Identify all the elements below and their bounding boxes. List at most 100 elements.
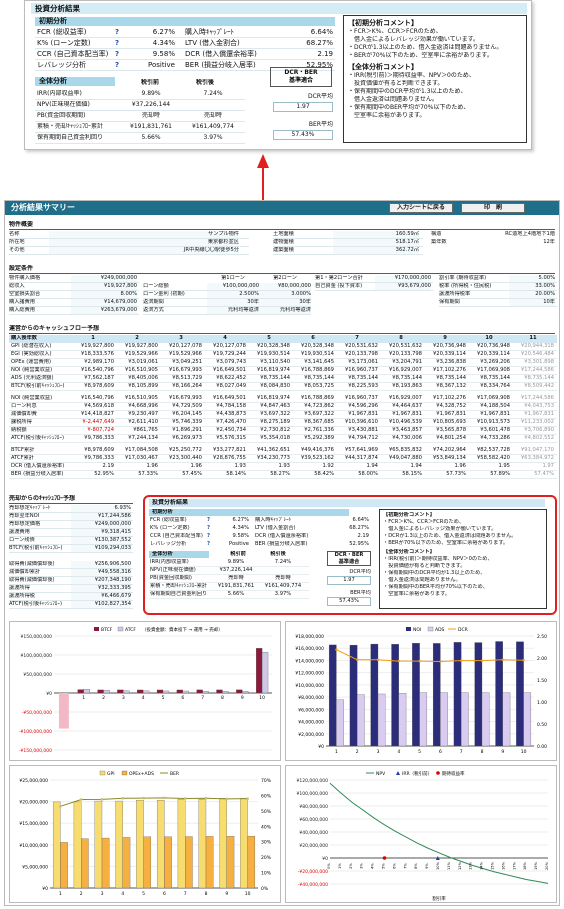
cf-cell: ¥20,944,318	[520, 343, 554, 349]
cf-cell: ¥16,679,993	[168, 395, 202, 401]
y-tick-label: -¥150,000,000	[19, 748, 52, 754]
legend-label: OPEx+ADS	[129, 771, 154, 777]
structure-value: RC造地上4階地下1階	[505, 231, 555, 237]
point-dcr	[522, 659, 525, 662]
legend-label: NOI	[413, 627, 421, 633]
cf-cell: ¥3,110,540	[260, 359, 290, 365]
back-to-input-button[interactable]: 入力シートに戻る	[389, 203, 453, 213]
y2-tick-label: 50%	[261, 809, 272, 815]
embed-comment-line: ・保有期間中のBER平均が70%以下のため、	[383, 584, 488, 590]
sale-label: ローン残債	[9, 537, 35, 543]
point-ber	[225, 797, 228, 801]
cf-cell: ¥-807,724	[87, 427, 114, 433]
y-tick-label: ¥2,000,000	[298, 732, 324, 738]
legend-swatch-noi	[406, 627, 411, 631]
cf-cell: ¥3,141,645	[304, 359, 334, 365]
cf-cell: ¥861,765	[133, 427, 158, 433]
cf-row-label: ATCF(税引後ｷｬｯｼｭﾌﾛｰ)	[11, 435, 64, 441]
summary-titlebar: 分析結果サマリー 入力シートに戻る 印 刷	[5, 201, 559, 215]
cf-cell: ¥8,166,264	[172, 383, 202, 389]
cf-cell: ¥8,405,006	[128, 375, 158, 381]
y-tick-label: ¥20,000,000	[19, 800, 48, 806]
cf-row-label: 減価償却費	[11, 411, 37, 417]
cf-header: 運営からのキャッシュフロー予想	[9, 325, 555, 334]
bar-btcf	[156, 689, 164, 694]
y2-tick-label: 60%	[261, 793, 272, 799]
inset-comment-line: ・FCR＞K%、CCR＞FCRのため、	[348, 28, 442, 35]
legend-swatch-irr	[396, 771, 400, 775]
x-tick-label: 5	[418, 749, 421, 755]
cf-cell: ¥16,510,905	[124, 367, 158, 373]
sale2-row: 譲渡所得 ¥32,333,395	[9, 585, 133, 593]
x-tick-label: 7	[460, 749, 463, 755]
inset-comment-line: 投資価値が有ると判断できます。	[348, 80, 444, 87]
cf-cell: ¥3,463,857	[392, 427, 422, 433]
y-tick-label: ¥100,000,000	[297, 791, 329, 797]
cf-cell: ¥3,697,322	[260, 411, 290, 417]
cf-cell: ¥1,967,831	[480, 411, 510, 417]
point-dcr	[480, 659, 484, 662]
settings2-row: ローン総額 ¥100,000,000 ¥80,000,000	[143, 283, 311, 291]
bar-opex-ads	[226, 836, 235, 889]
settings1-label: 空室損失割合	[9, 291, 41, 297]
x-tick-label: 3	[101, 891, 104, 897]
bar-atcf	[202, 691, 209, 694]
cf-row: ADS (元利返済額) ¥7,562,187 ¥8,405,006 ¥8,513,72…	[9, 375, 557, 383]
inset-help-icon: ?	[115, 61, 120, 69]
settings2-value: 元利均等返済	[259, 307, 311, 314]
cf-cell: ¥3,301,898	[524, 359, 554, 365]
land-label: 土地面積	[273, 231, 294, 237]
inset-overall-header: 全体分析	[35, 77, 115, 86]
cf-row-label: ADS (元利返済額)	[11, 375, 54, 381]
cf-cell: ¥4,438,873	[216, 411, 246, 417]
inset-overall-label: 累積・売却ｷｬｯｼｭﾌﾛｰ累計	[37, 123, 104, 130]
settings-col4: 割引率 (期待収益率) 5.00% 税率 (所得税・住民税) 33.00% 譲渡所得税率…	[439, 275, 557, 307]
bar-opex-ads	[101, 837, 110, 889]
bar-noi	[412, 643, 420, 747]
inset-comment-line: 空室率に余裕があります。	[348, 112, 426, 119]
embed-overall-row: 累積・売却ｷｬｯｼｭﾌﾛｰ累計 ¥191,831,761 ¥161,409,774	[149, 583, 309, 591]
x-tick-label: 2	[80, 891, 83, 897]
embed-metric-value: 4.34%	[232, 525, 249, 531]
bar-ads	[336, 699, 344, 747]
embed-dcr-avg-label: DCR平均	[349, 569, 371, 575]
sale-label: BTCF(税引前ｷｬｯｼｭﾌﾛｰ)	[9, 545, 63, 551]
settings2-row: 返済方式 元利均等返済 元利均等返済	[143, 307, 311, 315]
y-tick-label: -¥100,000,000	[19, 729, 52, 735]
cf-cell: ¥4,668,996	[128, 403, 158, 409]
x-tick-label: 9	[241, 695, 244, 701]
cf-cell: ¥16,960,737	[344, 367, 378, 373]
inset-overall-label: 保有期間自己資金利回り	[37, 134, 104, 141]
x-tick-label: 9%	[425, 863, 429, 869]
print-button[interactable]: 印 刷	[461, 203, 525, 213]
cf-cell: ¥33,277,821	[212, 447, 246, 453]
bar-noi	[495, 641, 503, 747]
chart-cashflow: ¥150,000,000 ¥100,000,000 ¥50,000,000 ¥0 -¥5…	[9, 621, 281, 761]
sale2-label: 譲渡所得税	[9, 593, 35, 599]
y-tick-label: ¥10,000,000	[295, 683, 324, 689]
point-dcr	[501, 658, 504, 661]
settings2-value: 30年	[259, 299, 311, 306]
cf-cell: ¥20,736,948	[476, 343, 510, 349]
cf-cell: ¥8,105,899	[128, 383, 158, 389]
cf-cell: ¥1,967,831	[392, 411, 422, 417]
y-tick-label: ¥15,000,000	[19, 821, 48, 827]
cf-cell: ¥5,576,315	[216, 435, 246, 441]
embed-comment-line: 借入金返済は問題ありません。	[383, 577, 461, 583]
embed-metric-value: 2.19	[357, 533, 369, 539]
point-ber	[59, 805, 62, 808]
settings-header: 設定条件	[9, 265, 555, 274]
cf-cell: ¥17,030,467	[124, 455, 158, 461]
cf-cell: ¥3,236,838	[436, 359, 466, 365]
inset-overall-row: 累積・売却ｷｬｯｼｭﾌﾛｰ累計 ¥191,831,761 ¥161,409,774	[35, 122, 245, 133]
cf-cell: ¥19,729,244	[212, 351, 246, 357]
bar-atcf	[162, 690, 170, 694]
settings4-row: 保有期間 10年	[439, 299, 557, 307]
inset-overall-comment-title: 【全体分析コメント】	[348, 63, 418, 71]
settings2-value: 3.000%	[259, 291, 311, 298]
bar-ads	[398, 693, 407, 747]
cf-cell: 1.93	[278, 463, 290, 469]
inset-title: 投資分析結果	[31, 3, 527, 14]
cf-year-cell: 3	[179, 335, 183, 341]
embed-metric-value: Positive	[229, 541, 249, 547]
